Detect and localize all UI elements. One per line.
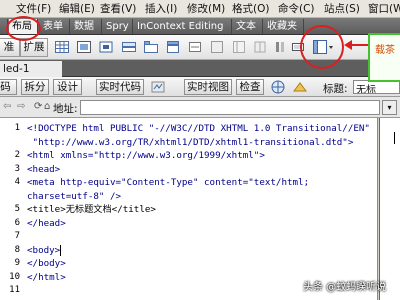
design-view-pane[interactable] bbox=[379, 118, 400, 300]
annotation-callout: 载茶 bbox=[368, 33, 400, 82]
ap-div-icon[interactable] bbox=[98, 39, 114, 55]
tab-incontext-editing[interactable]: InContext Editing bbox=[134, 19, 232, 34]
code-line: <!DOCTYPE html PUBLIC "-//W3C//DTD XHTML… bbox=[27, 123, 370, 134]
code-line: charset=utf-8" /> bbox=[27, 190, 122, 202]
inspect-button[interactable]: 检查 bbox=[236, 79, 264, 95]
browser-preview-icon[interactable] bbox=[270, 79, 286, 95]
forward-icon[interactable]: ⇨ bbox=[17, 101, 25, 112]
column-icon[interactable] bbox=[272, 39, 288, 55]
line-number: 6 bbox=[14, 217, 20, 228]
line-number: 8 bbox=[14, 244, 20, 255]
home-icon[interactable]: ⌂ bbox=[44, 101, 50, 112]
address-label: 地址: bbox=[53, 103, 78, 115]
address-input[interactable] bbox=[80, 100, 380, 115]
tab-text[interactable]: 文本 bbox=[233, 19, 263, 34]
spry-accordion-icon[interactable] bbox=[165, 39, 181, 55]
tab-spry[interactable]: Spry bbox=[103, 19, 133, 34]
code-line: <html xmlns="http://www.w3.org/1999/xhtm… bbox=[27, 150, 265, 161]
code-view-button[interactable]: 码 bbox=[0, 79, 17, 95]
insert-tabs: 布局 表单 数据 Spry InContext Editing 文本 收藏夹 bbox=[0, 18, 400, 35]
document-tab[interactable]: led-1 bbox=[0, 61, 62, 77]
frameset-icon[interactable] bbox=[231, 39, 247, 55]
refresh-icon[interactable]: ⟳ bbox=[34, 101, 42, 112]
compatibility-icon[interactable] bbox=[150, 79, 166, 95]
code-line: </html> bbox=[27, 271, 66, 283]
menu-bar: 文件(F) 编辑(E) 查看(V) 插入(I) 修改(M) 格式(O) 命令(C… bbox=[0, 0, 400, 18]
code-line: </body> bbox=[27, 258, 66, 269]
menu-window[interactable]: 窗口(W bbox=[368, 2, 400, 16]
line-number: 1 bbox=[14, 123, 20, 133]
title-field[interactable]: 无标 bbox=[353, 80, 400, 94]
line-number: 9 bbox=[14, 258, 20, 268]
code-line: <head> bbox=[27, 163, 61, 175]
tab-forms[interactable]: 表单 bbox=[40, 19, 70, 34]
menu-insert[interactable]: 插入(I) bbox=[145, 2, 177, 16]
split-view-button[interactable]: 拆分 bbox=[21, 79, 49, 95]
line-number: 7 bbox=[14, 231, 20, 241]
line-number-gutter: 1 2 3 4 5 6 7 8 9 10 11 bbox=[0, 118, 22, 300]
frame-icon[interactable] bbox=[252, 39, 268, 55]
code-line: <body> bbox=[27, 244, 61, 256]
title-label: 标题: bbox=[323, 83, 348, 95]
back-icon[interactable]: ⇦ bbox=[3, 101, 11, 112]
standard-mode-button[interactable]: 准 bbox=[0, 38, 20, 57]
code-editor[interactable]: 1 2 3 4 5 6 7 8 9 10 11 <!DOCTYPE html P… bbox=[0, 118, 378, 300]
div-icon[interactable] bbox=[76, 39, 92, 55]
tab-favorites[interactable]: 收藏夹 bbox=[264, 19, 304, 34]
text-cursor bbox=[60, 245, 61, 256]
menu-commands[interactable]: 命令(C) bbox=[278, 2, 315, 16]
menu-view[interactable]: 查看(V) bbox=[100, 2, 136, 16]
file-management-icon[interactable] bbox=[292, 79, 308, 95]
line-number: 3 bbox=[14, 163, 20, 174]
design-cursor bbox=[394, 132, 395, 144]
address-bar: ⇦ ⇨ ⟳ ⌂ 地址: ▾ bbox=[0, 97, 400, 118]
annotation-arrow-icon bbox=[344, 40, 369, 50]
line-number: 5 bbox=[14, 204, 20, 214]
document-tab-bar: led-1 bbox=[0, 60, 400, 77]
live-view-button[interactable]: 实时视图 bbox=[184, 79, 232, 95]
document-toolbar: 码 拆分 设计 实时代码 实时视图 检查 标题: 无标 bbox=[0, 77, 400, 97]
line-number: 11 bbox=[9, 285, 20, 295]
live-code-button[interactable]: 实时代码 bbox=[96, 79, 144, 95]
line-number: 4 bbox=[14, 177, 20, 187]
annotation-circle-layout-tab bbox=[6, 16, 41, 41]
spry-tabs-icon[interactable] bbox=[143, 39, 159, 55]
tab-data[interactable]: 数据 bbox=[71, 19, 102, 34]
menu-format[interactable]: 格式(O) bbox=[232, 2, 269, 16]
code-line: <title>无标题文档</title> bbox=[27, 204, 156, 215]
annotation-circle-frames bbox=[300, 25, 344, 69]
menu-file[interactable]: 文件(F) bbox=[16, 2, 51, 16]
line-number: 10 bbox=[9, 271, 20, 282]
menu-edit[interactable]: 编辑(E) bbox=[59, 2, 95, 16]
menu-modify[interactable]: 修改(M) bbox=[187, 2, 225, 16]
spry-collapsible-icon[interactable] bbox=[187, 39, 203, 55]
code-line: </head> bbox=[27, 217, 66, 229]
design-view-button[interactable]: 设计 bbox=[53, 79, 82, 95]
watermark: 头条 @蚊蚂睽听说 bbox=[303, 282, 387, 293]
table-icon[interactable] bbox=[54, 39, 70, 55]
code-line: "http://www.w3.org/TR/xhtml1/DTD/xhtml1-… bbox=[27, 136, 354, 148]
iframe-icon[interactable] bbox=[209, 39, 225, 55]
code-line: <meta http-equiv="Content-Type" content=… bbox=[27, 177, 310, 188]
menu-site[interactable]: 站点(S) bbox=[324, 2, 360, 16]
line-number: 2 bbox=[14, 150, 20, 160]
address-dropdown-icon[interactable]: ▾ bbox=[382, 100, 397, 115]
spry-menu-icon[interactable] bbox=[121, 39, 137, 55]
app-window: 文件(F) 编辑(E) 查看(V) 插入(I) 修改(M) 格式(O) 命令(C… bbox=[0, 0, 400, 300]
